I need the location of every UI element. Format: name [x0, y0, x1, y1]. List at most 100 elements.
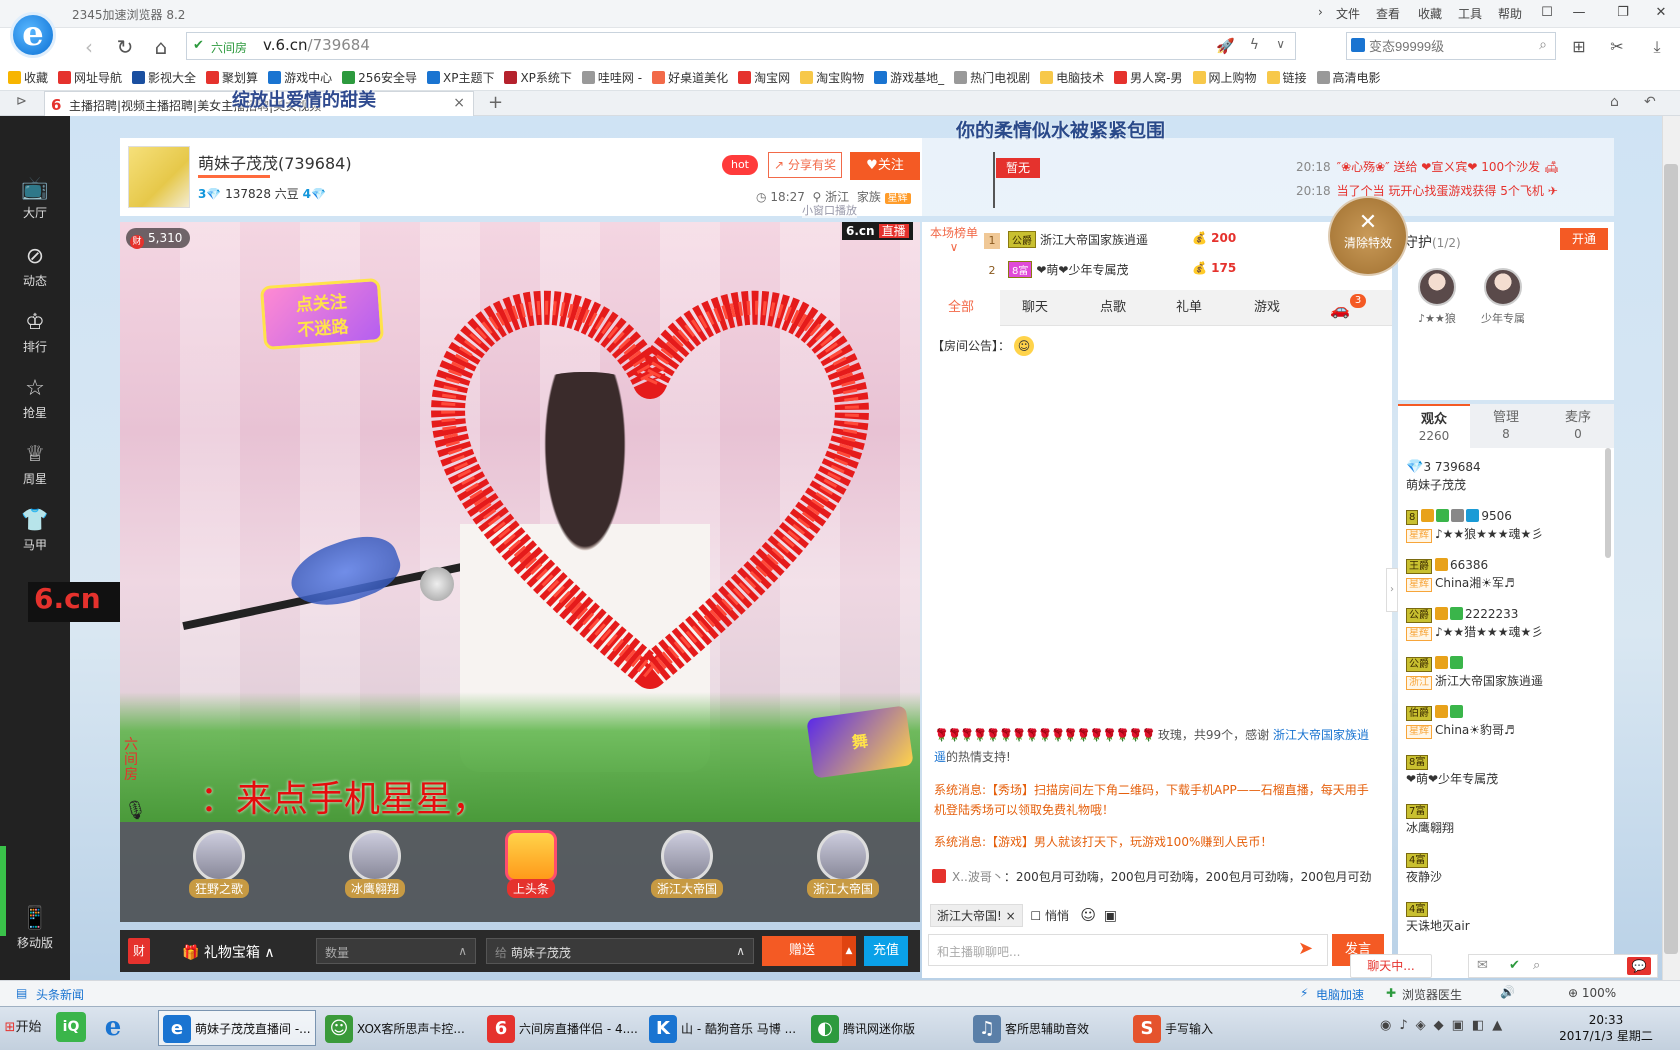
user-row[interactable]: 王爵 66386 星辉 China湘☀军♬	[1406, 556, 1606, 592]
collapse-panel-icon[interactable]: ›	[1386, 568, 1398, 612]
emoji-icon[interactable]: ☺	[1080, 906, 1096, 924]
user-row[interactable]: 7富 冰鹰翱翔	[1406, 801, 1606, 837]
nav-vest[interactable]: 👕 马甲	[0, 508, 70, 553]
url-text[interactable]: v.6.cn/739684	[263, 36, 370, 54]
nav-week-star[interactable]: ♕ 周星	[0, 442, 70, 487]
taskbar-item[interactable]: K 山 - 酷狗音乐 马博 ...	[644, 1010, 802, 1046]
marquee-user[interactable]: Ⅹ..波哥丶	[952, 870, 1004, 884]
restore-button[interactable]: ❐	[1610, 3, 1636, 23]
status-doctor[interactable]: 浏览器医生	[1402, 986, 1462, 1003]
bookmark-item[interactable]: 网上购物	[1192, 69, 1257, 86]
close-window-button[interactable]: ✕	[1648, 3, 1674, 23]
bookmark-item[interactable]: 网址导航	[58, 69, 122, 86]
sidebar-toggle-icon[interactable]: ⊳	[16, 94, 27, 109]
zoom-icon[interactable]: ⌕	[1533, 958, 1540, 973]
undo-close-icon[interactable]: ↶	[1644, 94, 1656, 110]
menu-arrow-icon[interactable]: ›	[1318, 5, 1323, 19]
search-input[interactable]	[1369, 36, 1529, 56]
rail-slot-1[interactable]: 狂野之歌	[164, 830, 274, 912]
mail-icon[interactable]: ✉	[1477, 958, 1488, 973]
chat-target[interactable]: 浙江大帝国! ×	[930, 904, 1023, 927]
rail-slot-5[interactable]: 浙江大帝国	[788, 830, 898, 912]
tab-mic-queue[interactable]: 麦序 0	[1542, 404, 1614, 448]
back-icon[interactable]: ‹	[76, 34, 102, 60]
ranking-row[interactable]: 2 8富 ❤萌❤少年专属茂 💰 175	[984, 261, 1236, 279]
car-icon[interactable]: 🚗	[1330, 300, 1350, 319]
open-guard-button[interactable]: 开通	[1560, 228, 1608, 250]
nav-hall[interactable]: 📺 大厅	[0, 176, 70, 221]
guard-member[interactable]: ♪★★狼	[1402, 268, 1472, 326]
gift-recipient-select[interactable]: 给 萌妹子茂茂 ∧	[486, 938, 754, 964]
host-avatar[interactable]	[128, 146, 190, 208]
send-gift-button[interactable]: 赠送	[762, 936, 842, 966]
iqiyi-icon[interactable]: iQ	[56, 1012, 86, 1042]
small-window-button[interactable]: 小窗口播放	[802, 202, 857, 218]
start-button[interactable]: ⊞开始	[0, 1010, 46, 1046]
rail-slot-4[interactable]: 浙江大帝国	[632, 830, 742, 912]
chatting-indicator[interactable]: 聊天中...	[1350, 954, 1432, 978]
whisper-checkbox[interactable]: ☐	[1030, 909, 1041, 923]
bookmark-item[interactable]: 收藏	[8, 69, 48, 86]
bookmark-item[interactable]: 电脑技术	[1040, 69, 1104, 86]
search-icon[interactable]: ⌕	[1539, 37, 1547, 53]
scissors-icon[interactable]: ✂	[1604, 34, 1630, 60]
menu-file[interactable]: 文件	[1336, 5, 1360, 22]
taskbar-item[interactable]: ♫ 客所思辅助音效	[968, 1010, 1126, 1046]
taskbar-item[interactable]: ☺ XOX客所思声卡控...	[320, 1010, 478, 1046]
tab-game[interactable]: 游戏	[1228, 290, 1306, 326]
user-row[interactable]: 伯爵 星辉 China☀豹哥♬	[1406, 703, 1606, 739]
tab-restore-icon[interactable]: ⌂	[1610, 94, 1619, 110]
search-engine-icon[interactable]	[1351, 38, 1365, 52]
address-bar[interactable]: ✔ 六间房 v.6.cn/739684 🚀 ϟ ∨	[186, 32, 1296, 60]
rocket-icon[interactable]: 🚀	[1216, 37, 1235, 55]
menu-favorites[interactable]: 收藏	[1418, 5, 1442, 22]
nav-ranking[interactable]: ♔ 排行	[0, 310, 70, 355]
recharge-button[interactable]: 充值	[864, 936, 908, 966]
user-row[interactable]: 公爵 2222233 星辉 ♪★★猎★★★魂★彡	[1406, 605, 1606, 641]
search-box[interactable]: ⌕	[1346, 32, 1556, 60]
system-clock[interactable]: 20:33 2017/1/3 星期二	[1546, 1012, 1666, 1044]
tab-close-icon[interactable]: ×	[453, 95, 465, 111]
bookmark-item[interactable]: 淘宝网	[738, 69, 790, 86]
bookmark-item[interactable]: 256安全导	[342, 69, 417, 86]
ranking-header[interactable]: 本场榜单 ∨	[930, 226, 978, 254]
rail-slot-2[interactable]: 冰鹰翱翔	[320, 830, 430, 912]
ie-icon[interactable]: e	[98, 1012, 128, 1042]
send-gift-dropdown-icon[interactable]: ▲	[842, 936, 856, 966]
bookmark-item[interactable]: 高清电影	[1316, 69, 1381, 86]
tab-audience[interactable]: 观众 2260	[1398, 404, 1470, 448]
status-news[interactable]: 头条新闻	[36, 986, 84, 1003]
bookmark-item[interactable]: 链接	[1266, 69, 1307, 86]
bookmark-item[interactable]: XP主题下	[426, 69, 494, 86]
tab-chat[interactable]: 聊天	[996, 290, 1074, 326]
host-family-badge[interactable]: 星辉	[884, 193, 911, 204]
message-icon[interactable]: 💬	[1627, 957, 1651, 975]
bookmark-item[interactable]: 哇哇网 -	[581, 69, 642, 86]
guard-member[interactable]: 少年专属	[1468, 268, 1538, 326]
bookmark-item[interactable]: 热门电视剧	[954, 69, 1030, 86]
user-row[interactable]: 8 9506 星辉 ♪★★狼★★★魂★彡	[1406, 507, 1606, 543]
video-player[interactable]: 舞	[120, 222, 920, 822]
tab-gifts[interactable]: 礼单	[1150, 290, 1228, 326]
minimize-button[interactable]: —	[1566, 3, 1592, 23]
send-plane-icon[interactable]: ➤	[1298, 938, 1313, 959]
wealth-gift-icon[interactable]: 财	[128, 938, 150, 964]
image-icon[interactable]: ▣	[1104, 908, 1117, 924]
refresh-icon[interactable]: ↻	[112, 34, 138, 60]
user-row[interactable]: 公爵 浙江 浙江大帝国家族逍遥	[1406, 654, 1606, 690]
lightning-icon[interactable]: ϟ	[1250, 37, 1259, 53]
tab-admins[interactable]: 管理 8	[1470, 404, 1542, 448]
bookmark-item[interactable]: XP系统下	[504, 69, 572, 86]
clear-effects-button[interactable]: ✕ 清除特效	[1328, 196, 1408, 276]
user-row[interactable]: 4富 夜静沙	[1406, 850, 1606, 886]
bookmark-item[interactable]: 好桌道美化	[652, 69, 728, 86]
menu-help[interactable]: 帮助	[1498, 5, 1522, 22]
user-row[interactable]: 4富 天诛地灭air	[1406, 899, 1606, 935]
taskbar-item[interactable]: ◐ 腾讯网迷你版	[806, 1010, 964, 1046]
skin-icon[interactable]: ☐	[1534, 3, 1560, 23]
bookmark-item[interactable]: 聚划算	[206, 69, 258, 86]
gift-quantity-input[interactable]: 数量 ∧	[316, 938, 476, 964]
ranking-row[interactable]: 1 公爵 浙江大帝国家族逍遥 💰 200	[984, 231, 1236, 249]
rail-slot-3[interactable]: 上头条	[476, 830, 586, 912]
nav-news[interactable]: ⊘ 动态	[0, 244, 70, 289]
